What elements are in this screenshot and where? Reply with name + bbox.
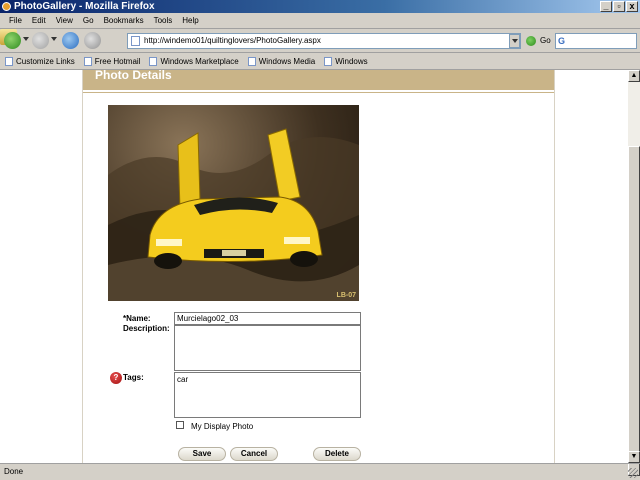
bookmark-page-icon bbox=[324, 56, 333, 66]
window-titlebar: PhotoGallery - Mozilla Firefox _ ▫ x bbox=[0, 0, 640, 13]
bookmark-page-icon bbox=[247, 56, 256, 66]
my-display-photo-checkbox[interactable] bbox=[176, 421, 184, 429]
bookmark-label: Windows bbox=[335, 56, 368, 66]
scroll-down-arrow-icon[interactable]: ▼ bbox=[628, 451, 640, 463]
description-label: Description: bbox=[123, 324, 170, 333]
minimize-button[interactable]: _ bbox=[600, 1, 612, 12]
panel-title: Photo Details bbox=[83, 70, 554, 90]
my-display-photo-label: My Display Photo bbox=[191, 422, 254, 431]
address-dropdown[interactable] bbox=[509, 34, 520, 48]
bookmark-customize-links[interactable]: Customize Links bbox=[5, 56, 75, 66]
menu-go[interactable]: Go bbox=[78, 16, 99, 25]
status-bar: Done bbox=[0, 463, 640, 480]
window-title: PhotoGallery - Mozilla Firefox bbox=[14, 1, 155, 12]
menu-tools[interactable]: Tools bbox=[149, 16, 178, 25]
car-photo-illustration bbox=[108, 128, 359, 301]
scroll-up-arrow-icon[interactable]: ▲ bbox=[628, 70, 640, 82]
page-icon bbox=[131, 36, 140, 46]
name-label: *Name: bbox=[123, 314, 151, 323]
vertical-scrollbar[interactable]: ▲ ▼ bbox=[628, 70, 640, 476]
bookmark-label: Windows Media bbox=[258, 56, 316, 66]
reload-icon[interactable] bbox=[62, 32, 79, 49]
delete-button[interactable]: Delete bbox=[313, 447, 361, 461]
bookmark-label: Free Hotmail bbox=[94, 56, 141, 66]
bookmark-free-hotmail[interactable]: Free Hotmail bbox=[83, 56, 141, 66]
bookmark-page-icon bbox=[149, 56, 158, 66]
bookmark-windows-media[interactable]: Windows Media bbox=[247, 56, 316, 66]
photo-corner-mark: LB-07 bbox=[336, 292, 356, 299]
back-history-dropdown[interactable] bbox=[23, 37, 29, 41]
search-input[interactable]: G bbox=[555, 33, 637, 49]
menu-bookmarks[interactable]: Bookmarks bbox=[99, 16, 149, 25]
back-arrow-icon[interactable] bbox=[4, 32, 21, 49]
page-content: Photo Details LB-07 *Name: Murcielago02_… bbox=[0, 70, 628, 463]
address-url: http://windemo01/quiltinglovers/PhotoGal… bbox=[144, 36, 321, 45]
panel-divider bbox=[83, 92, 554, 93]
bookmark-label: Windows Marketplace bbox=[160, 56, 239, 66]
maximize-button[interactable]: ▫ bbox=[613, 1, 625, 12]
tags-input[interactable]: car bbox=[174, 372, 361, 418]
chevron-down-icon bbox=[512, 39, 518, 43]
status-text: Done bbox=[4, 467, 24, 476]
cancel-button[interactable]: Cancel bbox=[230, 447, 278, 461]
forward-history-dropdown[interactable] bbox=[51, 37, 57, 41]
go-icon[interactable] bbox=[526, 36, 536, 46]
close-button[interactable]: x bbox=[626, 1, 638, 12]
address-bar[interactable]: http://windemo01/quiltinglovers/PhotoGal… bbox=[127, 33, 521, 49]
bookmark-page-icon bbox=[5, 56, 13, 66]
photo-details-panel: Photo Details LB-07 *Name: Murcielago02_… bbox=[82, 70, 555, 463]
menu-edit[interactable]: Edit bbox=[27, 16, 51, 25]
bookmark-page-icon bbox=[83, 56, 92, 66]
firefox-icon bbox=[2, 2, 11, 11]
menu-bar: File Edit View Go Bookmarks Tools Help bbox=[0, 13, 640, 29]
tags-label: Tags: bbox=[123, 373, 144, 382]
bookmark-label: Customize Links bbox=[16, 56, 75, 66]
go-label[interactable]: Go bbox=[540, 36, 551, 45]
save-button[interactable]: Save bbox=[178, 447, 226, 461]
name-input[interactable]: Murcielago02_03 bbox=[174, 312, 361, 325]
photo-image: LB-07 bbox=[108, 105, 359, 301]
navigation-toolbar: http://windemo01/quiltinglovers/PhotoGal… bbox=[0, 29, 640, 53]
forward-arrow-icon[interactable] bbox=[32, 32, 49, 49]
description-input[interactable] bbox=[174, 325, 361, 371]
menu-file[interactable]: File bbox=[4, 16, 27, 25]
menu-help[interactable]: Help bbox=[177, 16, 203, 25]
bookmark-windows[interactable]: Windows bbox=[324, 56, 368, 66]
resize-grip-icon[interactable] bbox=[628, 468, 638, 478]
help-icon[interactable]: ? bbox=[110, 372, 122, 384]
stop-icon[interactable] bbox=[84, 32, 101, 49]
bookmark-windows-marketplace[interactable]: Windows Marketplace bbox=[149, 56, 239, 66]
menu-view[interactable]: View bbox=[51, 16, 78, 25]
bookmarks-toolbar: Customize Links Free Hotmail Windows Mar… bbox=[0, 53, 640, 70]
google-search-icon[interactable]: G bbox=[558, 36, 565, 46]
scroll-thumb[interactable] bbox=[628, 146, 640, 476]
